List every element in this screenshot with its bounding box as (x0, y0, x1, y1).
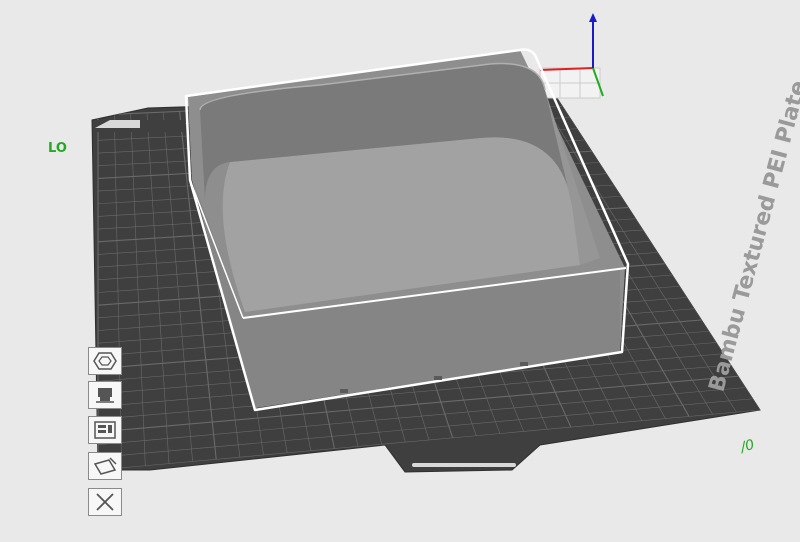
plate-label: Bambu Textured PEI Plate (705, 78, 800, 395)
origin-label: LO (48, 141, 67, 156)
printer-head-icon (96, 388, 114, 403)
edit-plate-icon (93, 457, 117, 475)
close-icon (96, 493, 114, 511)
plate-handle (412, 463, 516, 467)
hexagon-icon (93, 352, 117, 370)
model-box[interactable] (184, 48, 630, 412)
plate-settings-button[interactable] (88, 416, 122, 444)
delete-plate-button[interactable] (88, 488, 122, 516)
corner-label: /0 (737, 437, 756, 457)
arrange-button[interactable] (88, 347, 122, 375)
edit-plate-button[interactable] (88, 452, 122, 480)
bed-type-button[interactable] (88, 381, 122, 409)
settings-panel-icon (94, 421, 116, 439)
